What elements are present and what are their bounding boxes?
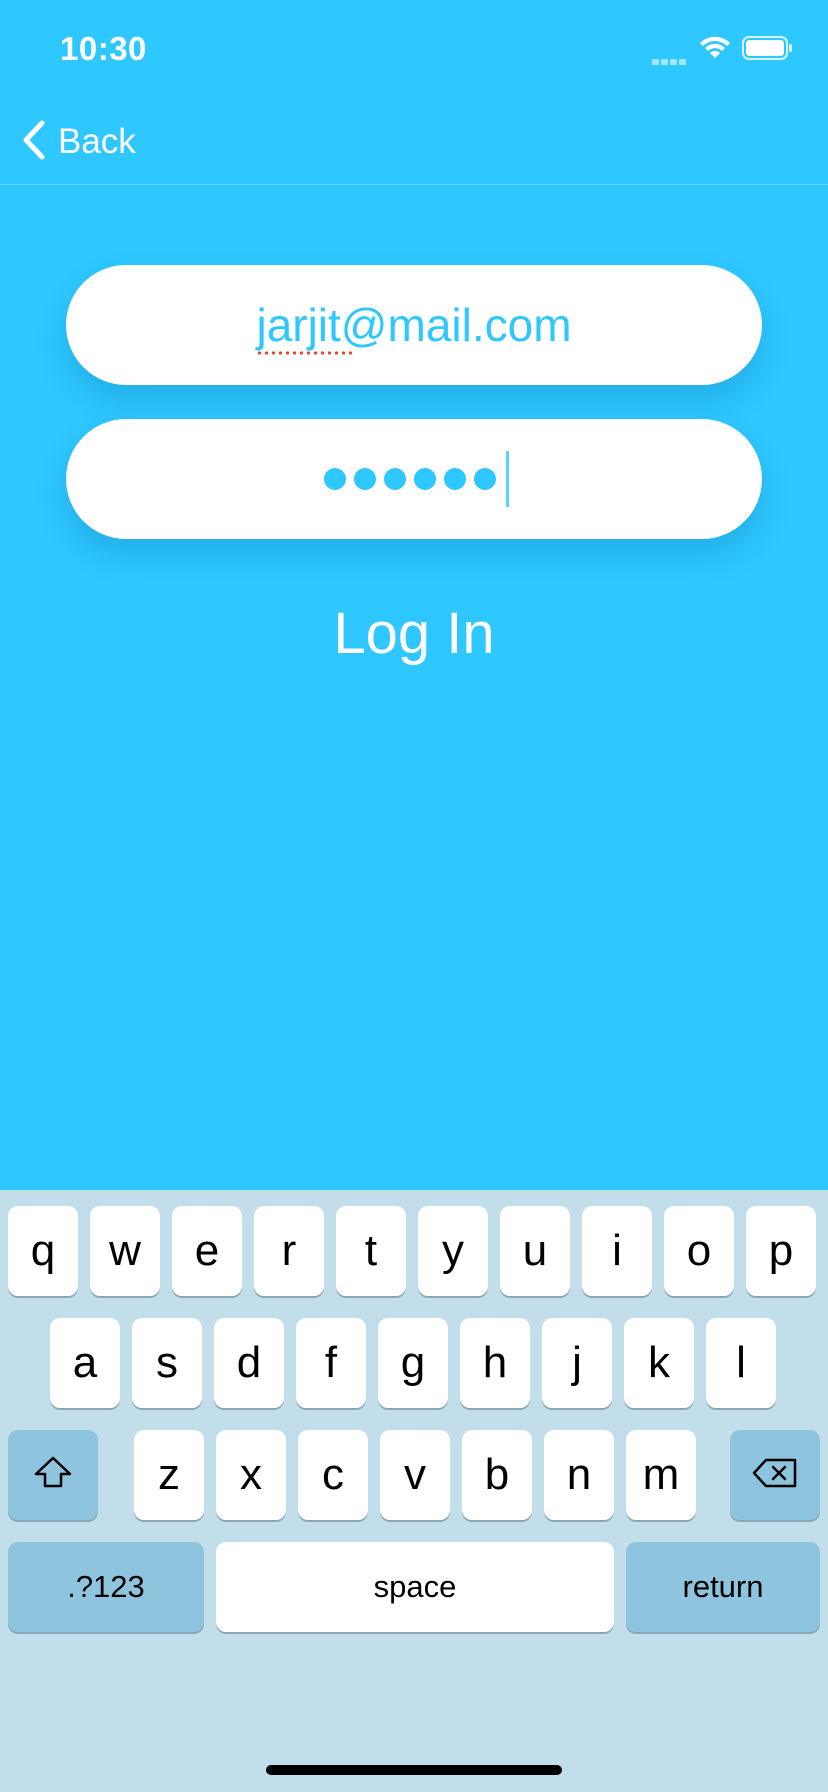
password-dot — [473, 468, 496, 490]
status-time: 10:30 — [60, 30, 147, 67]
back-label: Back — [58, 122, 136, 161]
key-w[interactable]: w — [90, 1206, 160, 1296]
key-t[interactable]: t — [336, 1206, 406, 1296]
key-l[interactable]: l — [706, 1318, 776, 1408]
key-b[interactable]: b — [462, 1430, 532, 1520]
password-dot — [413, 468, 436, 490]
shift-key[interactable] — [8, 1430, 98, 1520]
key-u[interactable]: u — [500, 1206, 570, 1296]
key-r[interactable]: r — [254, 1206, 324, 1296]
space-key[interactable]: space — [216, 1542, 614, 1632]
battery-icon — [742, 36, 794, 65]
key-p[interactable]: p — [746, 1206, 816, 1296]
wifi-icon — [698, 34, 732, 65]
backspace-key[interactable] — [730, 1430, 820, 1520]
email-field[interactable]: jarjit@mail.com — [66, 265, 762, 385]
key-s[interactable]: s — [132, 1318, 202, 1408]
password-dot — [323, 468, 346, 490]
key-a[interactable]: a — [50, 1318, 120, 1408]
back-button[interactable]: Back — [22, 118, 136, 166]
text-cursor — [505, 451, 509, 507]
login-button[interactable]: Log In — [0, 600, 828, 667]
status-bar: 10:30 — [0, 0, 828, 100]
key-m[interactable]: m — [626, 1430, 696, 1520]
key-j[interactable]: j — [542, 1318, 612, 1408]
key-v[interactable]: v — [380, 1430, 450, 1520]
return-key[interactable]: return — [626, 1542, 820, 1632]
key-c[interactable]: c — [298, 1430, 368, 1520]
onscreen-keyboard: .?123 space return qwertyuiop asdfghjkl zx… — [0, 1190, 828, 1792]
key-h[interactable]: h — [460, 1318, 530, 1408]
home-indicator — [266, 1765, 562, 1775]
password-mask — [320, 451, 509, 507]
backspace-icon — [751, 1450, 799, 1500]
key-o[interactable]: o — [664, 1206, 734, 1296]
email-value: jarjit@mail.com — [256, 298, 572, 356]
key-n[interactable]: n — [544, 1430, 614, 1520]
shift-arrow-icon — [33, 1450, 73, 1500]
password-dot — [353, 468, 376, 490]
key-k[interactable]: k — [624, 1318, 694, 1408]
password-dot — [383, 468, 406, 490]
key-q[interactable]: q — [8, 1206, 78, 1296]
navigation-bar: Back — [0, 100, 828, 185]
key-y[interactable]: y — [418, 1206, 488, 1296]
key-e[interactable]: e — [172, 1206, 242, 1296]
key-d[interactable]: d — [214, 1318, 284, 1408]
password-dot — [443, 468, 466, 490]
numbers-key[interactable]: .?123 — [8, 1542, 204, 1632]
key-x[interactable]: x — [216, 1430, 286, 1520]
key-i[interactable]: i — [582, 1206, 652, 1296]
cellular-signal-icon — [652, 52, 688, 70]
key-f[interactable]: f — [296, 1318, 366, 1408]
password-field[interactable] — [66, 419, 762, 539]
key-g[interactable]: g — [378, 1318, 448, 1408]
spellcheck-underline — [256, 350, 353, 356]
key-z[interactable]: z — [134, 1430, 204, 1520]
chevron-left-icon — [22, 120, 46, 165]
